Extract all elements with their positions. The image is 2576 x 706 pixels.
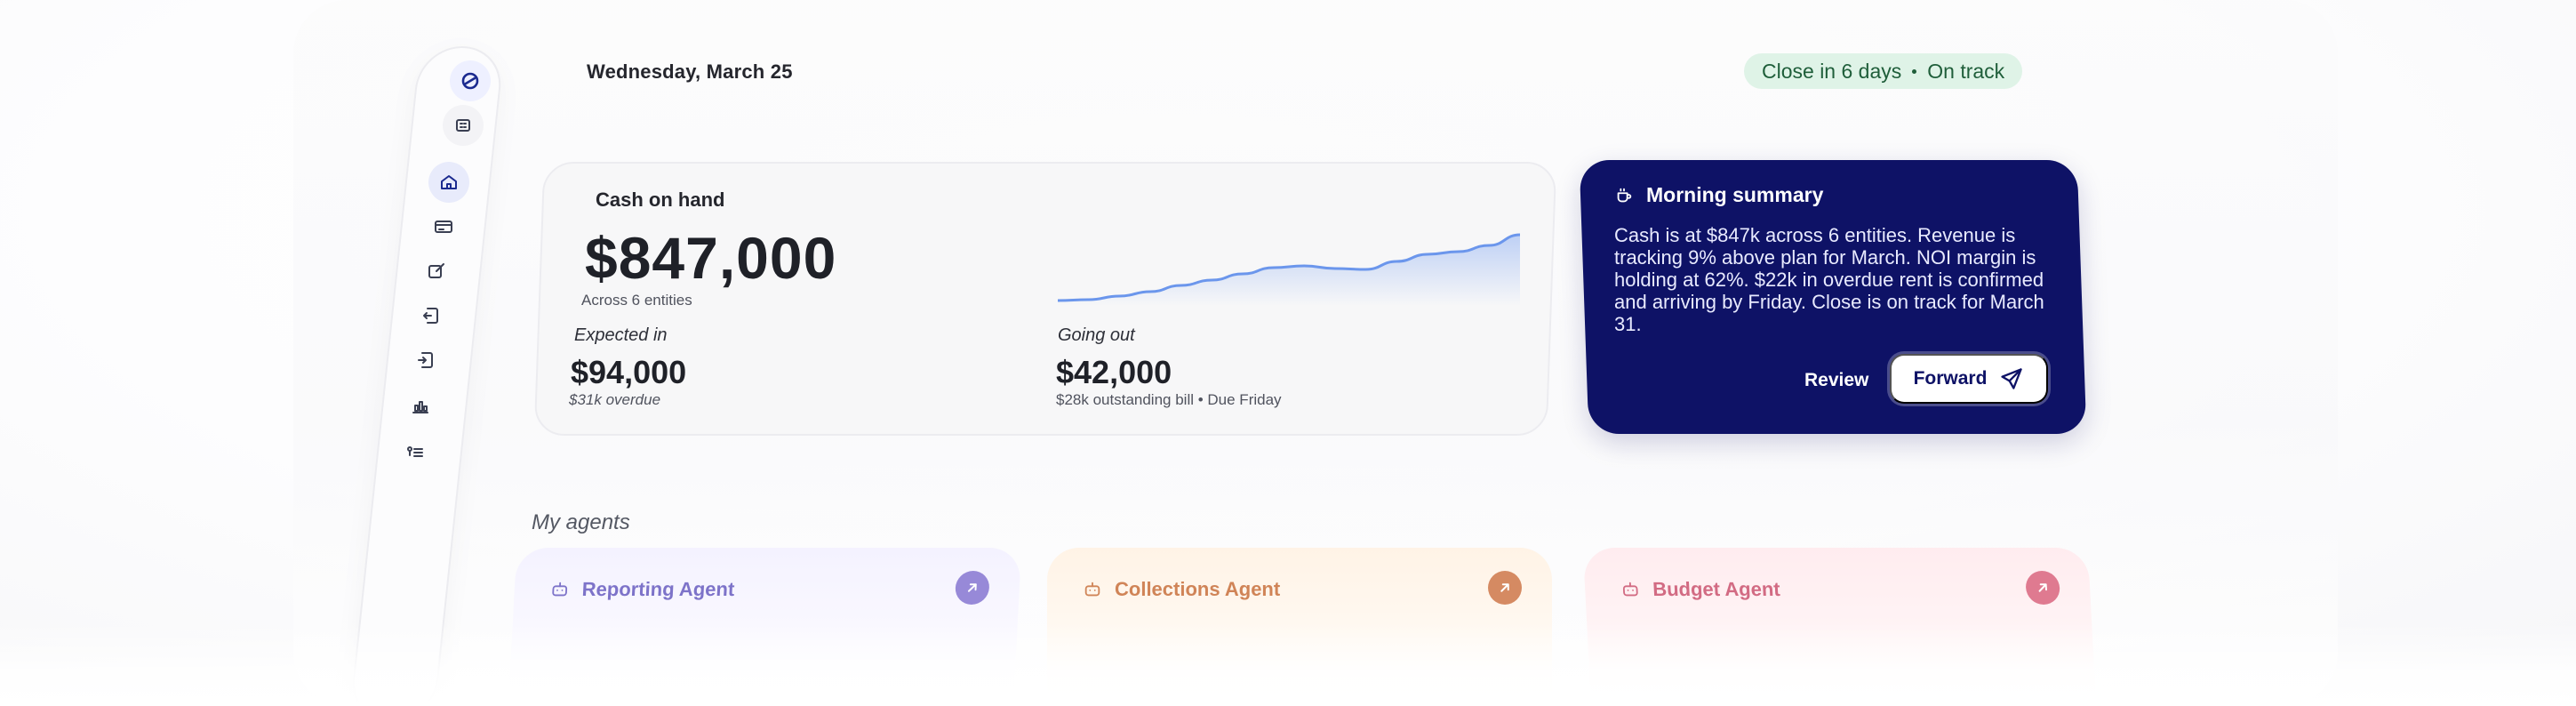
invoice-in-icon: [423, 308, 438, 324]
going-out-note: $28k outstanding bill • Due Friday: [1056, 391, 1282, 408]
send-icon: [2001, 368, 2023, 389]
close-countdown: Close in 6 days: [1762, 59, 1902, 83]
agent-name: Collections Agent: [1115, 578, 1281, 600]
expected-in-label: Expected in: [574, 325, 668, 345]
forward-label: Forward: [1913, 368, 1988, 389]
list-icon: [407, 446, 423, 457]
sidebar-item-home[interactable]: [428, 162, 469, 203]
bottom-fade: [0, 622, 2576, 706]
card-icon: [435, 221, 452, 233]
robot-icon: [1622, 582, 1638, 597]
app-canvas: Wednesday, March 25 Close in 6 days On t…: [0, 0, 2576, 706]
sidebar-item-invoices-out[interactable]: [405, 340, 446, 381]
robot-icon: [1084, 582, 1100, 597]
coffee-cup-icon: [1617, 188, 1632, 202]
invoice-out-icon: [418, 352, 433, 368]
logo-icon[interactable]: [450, 60, 491, 101]
sidebar-item-reports[interactable]: [400, 386, 441, 427]
open-agent-button[interactable]: [2025, 571, 2061, 605]
agent-name: Reporting Agent: [581, 578, 735, 600]
going-out-value: $42,000: [1056, 354, 1172, 390]
open-agent-button[interactable]: [1488, 571, 1522, 605]
open-agent-button[interactable]: [954, 571, 990, 605]
page-date: Wednesday, March 25: [587, 60, 793, 83]
sidebar-item-tasks[interactable]: [395, 432, 436, 473]
building-icon[interactable]: [443, 105, 484, 146]
cash-amount: $847,000: [585, 225, 837, 291]
summary-header: Morning summary: [1614, 183, 1823, 207]
forward-button[interactable]: Forward: [1890, 354, 2048, 404]
separator-dot: [1912, 68, 1917, 74]
edit-icon: [428, 263, 444, 278]
cash-title: Cash on hand: [596, 189, 725, 211]
close-state: On track: [1927, 59, 2005, 83]
cash-entities: Across 6 entities: [581, 292, 692, 309]
home-icon: [441, 175, 457, 189]
arrow-up-right-icon: [967, 583, 977, 592]
chart-icon: [412, 401, 428, 413]
sidebar-item-invoices-in[interactable]: [411, 295, 452, 336]
expected-in-value: $94,000: [571, 354, 687, 390]
arrow-up-right-icon: [1500, 583, 1509, 592]
sidebar-item-cards[interactable]: [423, 206, 464, 247]
robot-icon: [552, 582, 568, 597]
summary-text: Cash is at $847k across 6 entities. Reve…: [1614, 224, 2044, 335]
sidebar-item-edit[interactable]: [416, 251, 457, 292]
agent-name: Budget Agent: [1652, 578, 1781, 600]
summary-title: Morning summary: [1646, 183, 1824, 206]
review-button[interactable]: Review: [1787, 356, 1886, 405]
agents-section-title: My agents: [532, 510, 630, 534]
close-status-badge: Close in 6 days On track: [1744, 53, 2023, 89]
expected-in-note: $31k overdue: [569, 391, 661, 408]
arrow-up-right-icon: [2038, 583, 2047, 592]
cash-trend-chart: [1058, 233, 1520, 306]
going-out-label: Going out: [1058, 325, 1135, 345]
